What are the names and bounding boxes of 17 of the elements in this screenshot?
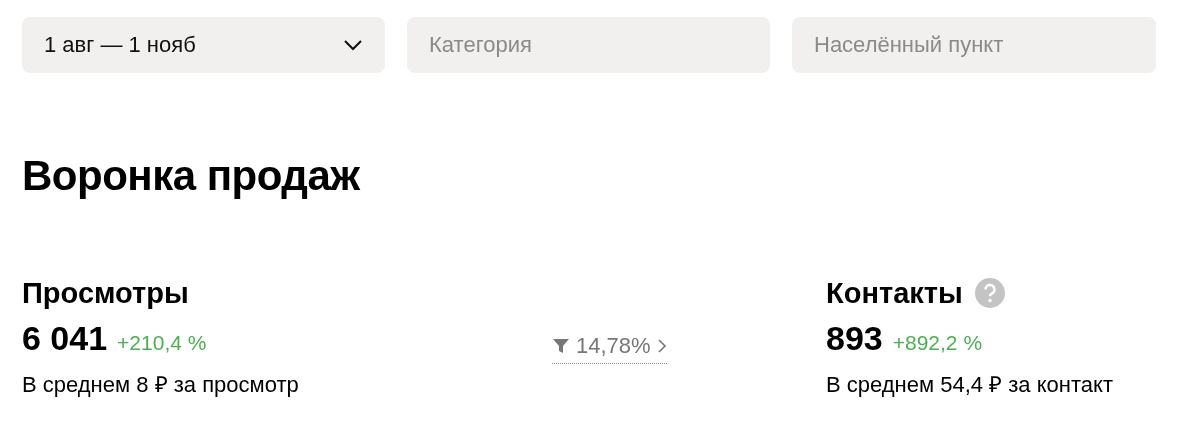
- metric-value: 893: [826, 319, 883, 358]
- change-percent: +210,4 %: [117, 331, 207, 355]
- metric-value: 6 041: [22, 319, 108, 358]
- chevron-down-icon: [343, 39, 363, 51]
- date-range-dropdown[interactable]: 1 авг — 1 нояб: [22, 17, 385, 73]
- section-title: Воронка продаж: [22, 151, 361, 201]
- metric-note: В среднем 54,4 ₽ за контакт: [826, 371, 1113, 398]
- change-percent: +892,2 %: [892, 331, 983, 355]
- help-icon[interactable]: [974, 278, 1005, 308]
- chevron-right-icon: [656, 338, 667, 354]
- metric-note: В среднем 8 ₽ за просмотр: [22, 371, 299, 398]
- metric-label: Просмотры: [22, 276, 189, 310]
- conversion-link[interactable]: 14,78%: [552, 333, 667, 364]
- metric-label: Контакты: [826, 276, 963, 310]
- input-field[interactable]: Категория: [407, 17, 770, 73]
- input-field[interactable]: Населённый пункт: [792, 17, 1156, 73]
- filter-icon: [552, 337, 570, 355]
